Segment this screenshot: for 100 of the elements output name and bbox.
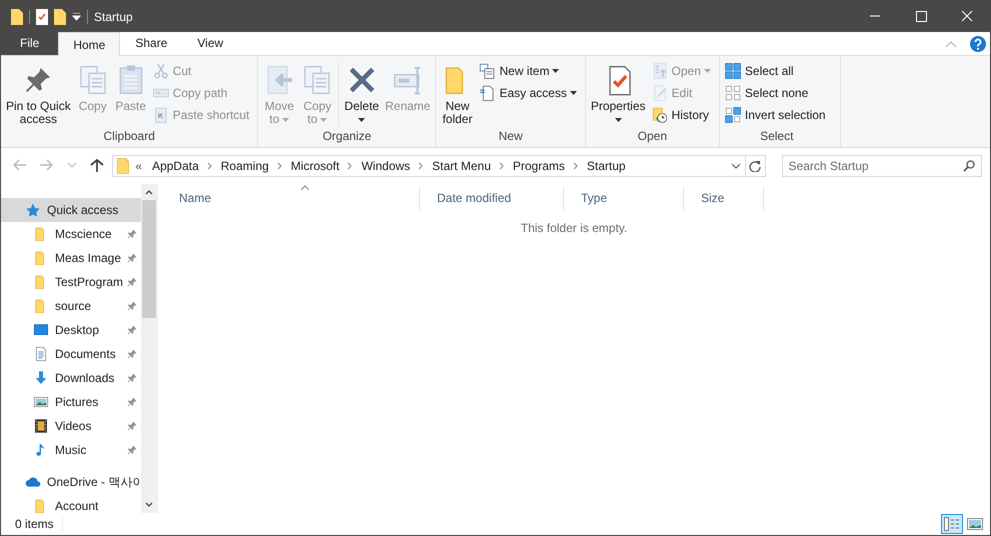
chevron-down-icon [730,163,741,169]
column-header[interactable]: Name [162,186,420,210]
ribbon-button[interactable]: Select all [724,60,830,82]
star-icon [25,202,41,218]
ribbon-button[interactable]: Easy access [478,82,581,104]
caret-icon [282,118,290,122]
nav-label: Mcscience [55,226,112,243]
scrollbar-thumb[interactable] [142,200,156,318]
search-icon [963,160,976,172]
group-label: Clipboard [102,129,156,145]
window-title: Startup [94,8,133,26]
breadcrumb[interactable]: Windows [357,157,414,175]
nav-label: Documents [55,346,116,363]
ribbon-button[interactable]: Invert selection [724,104,830,126]
group-label: New [498,129,524,145]
ribbon-button[interactable]: Select none [724,82,830,104]
up-arrow-icon [90,159,104,173]
properties-icon [36,8,48,24]
history-icon [650,106,669,124]
maximize-icon [916,11,926,22]
ribbon-button[interactable]: Delete [341,60,382,126]
breadcrumb[interactable]: AppData [148,157,203,175]
item-count: 0 items [15,515,63,533]
select-all-icon [724,62,742,80]
folder-icon [11,8,23,24]
ribbon-button[interactable]: Pin to Quick access [3,60,74,126]
pin-icon [126,372,138,384]
nav-label: Desktop [55,322,100,339]
nav-item[interactable]: TestProgram [1,270,141,294]
caret-icon [570,91,577,95]
group-label: Open [636,129,668,145]
pin-icon [126,420,138,432]
invert-selection-icon [724,106,742,124]
ribbon-button[interactable]: New folder [438,60,476,126]
pin-icon [126,228,138,240]
new-item-icon [478,62,496,80]
ribbon-tab[interactable]: File [1,31,58,55]
caret-icon [614,118,622,122]
nav-item[interactable]: Quick access [1,198,141,222]
pin-icon [126,348,138,360]
search-field[interactable]: Search Startup [782,155,982,177]
nav-item[interactable]: Videos [1,414,141,438]
nav-item[interactable]: OneDrive - 맥사이 [1,470,141,494]
column-header[interactable]: Date modified [420,186,564,210]
nav-item[interactable]: Meas Image [1,246,141,270]
ribbon-tab[interactable]: Share [120,31,182,55]
ribbon-tab[interactable]: View [182,31,238,55]
ribbon-button[interactable]: Properties [588,60,649,126]
caret-icon [320,118,328,122]
nav-item[interactable]: Pictures [1,390,141,414]
dropdown-icon [72,12,81,20]
nav-label: Downloads [55,370,114,387]
nav-item[interactable]: Downloads [1,366,141,390]
nav-label: Music [55,442,86,459]
nav-label: OneDrive - 맥사이 [47,474,141,491]
film-icon [33,418,49,434]
column-header[interactable]: Type [564,186,684,210]
nav-label: Account [55,498,98,513]
details-view-button[interactable] [941,514,963,534]
ribbon-button[interactable]: History [650,104,715,126]
scrollbar[interactable] [141,184,157,513]
nav-item[interactable]: source [1,294,141,318]
chevron-up-icon [946,40,956,46]
close-icon [962,11,972,22]
breadcrumb[interactable]: Start Menu [428,157,495,175]
group-label: Select [759,129,794,145]
breadcrumb[interactable]: Programs [508,157,569,175]
caret-icon [704,69,711,73]
desktop-icon [33,322,49,338]
nav-item[interactable]: Account [1,494,141,513]
group-label: Organize [322,129,372,145]
ribbon-button[interactable]: New item [478,60,581,82]
nav-label: Quick access [47,202,118,219]
breadcrumb[interactable]: Microsoft [286,157,344,175]
ribbon-tab[interactable]: Home [58,32,120,56]
overflow-chevron[interactable]: « [135,157,142,175]
nav-label: TestProgram [55,274,124,291]
open-icon [650,62,669,80]
document-icon [33,346,49,362]
refresh-icon [749,160,762,172]
column-header[interactable]: Size [684,186,764,210]
pin-icon [126,396,138,408]
details-view-icon [944,517,960,531]
nav-item[interactable]: Documents [1,342,141,366]
help-icon[interactable] [970,36,986,52]
nav-item[interactable]: Desktop [1,318,141,342]
large-icons-view-icon [967,518,983,530]
select-none-icon [724,84,742,102]
nav-item[interactable]: Music [1,438,141,462]
scissors-icon [152,62,170,80]
pin-icon [126,444,138,456]
sort-ascending-icon [301,185,309,190]
breadcrumb[interactable]: Roaming [216,157,273,175]
pin-icon [126,300,138,312]
caret-icon [358,118,366,122]
empty-folder-message: This folder is empty. [520,220,628,237]
nav-item[interactable]: Mcscience [1,222,141,246]
breadcrumb[interactable]: Startup [582,157,630,175]
address-bar[interactable]: « AppData Roaming Microsoft Windows Start Menu Programs Startup [112,155,766,177]
download-arrow-icon [33,370,49,386]
